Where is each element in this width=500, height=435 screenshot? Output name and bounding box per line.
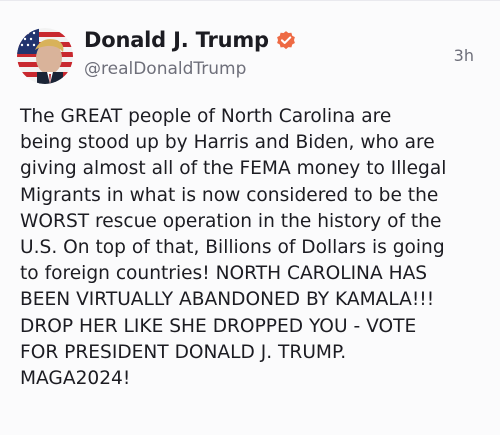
verified-badge-icon	[275, 29, 297, 51]
post-timestamp[interactable]: 3h	[454, 46, 474, 65]
post-card: Donald J. Trump @realDonaldTrump 3h The …	[0, 0, 500, 435]
post-body-line: U.S. On top of that, Billions of Dollars…	[20, 237, 445, 259]
post-body-line: being stood up by Harris and Biden, who …	[20, 132, 435, 154]
post-body-line: DROP HER LIKE SHE DROPPED YOU - VOTE	[20, 315, 417, 337]
author-row: Donald J. Trump	[84, 27, 297, 53]
post-body-line: FOR PRESIDENT DONALD J. TRUMP.	[20, 341, 347, 363]
author-handle[interactable]: @realDonaldTrump	[84, 59, 246, 79]
post-body-line: BEEN VIRTUALLY ABANDONED BY KAMALA!!!	[20, 289, 435, 311]
post-body-line: MAGA2024!	[20, 368, 131, 390]
avatar-image	[17, 28, 73, 84]
post-body-line: giving almost all of the FEMA money to I…	[20, 158, 447, 180]
post-body-line: Migrants in what is now considered to be…	[20, 184, 439, 206]
post-body-line: to foreign countries! NORTH CAROLINA HAS	[20, 263, 428, 285]
post-body: The GREAT people of North Carolina are b…	[20, 104, 488, 392]
avatar[interactable]	[17, 28, 73, 84]
post-body-line: WORST rescue operation in the history of…	[20, 210, 442, 232]
author-name[interactable]: Donald J. Trump	[84, 28, 269, 52]
post-body-line: The GREAT people of North Carolina are	[20, 106, 392, 127]
